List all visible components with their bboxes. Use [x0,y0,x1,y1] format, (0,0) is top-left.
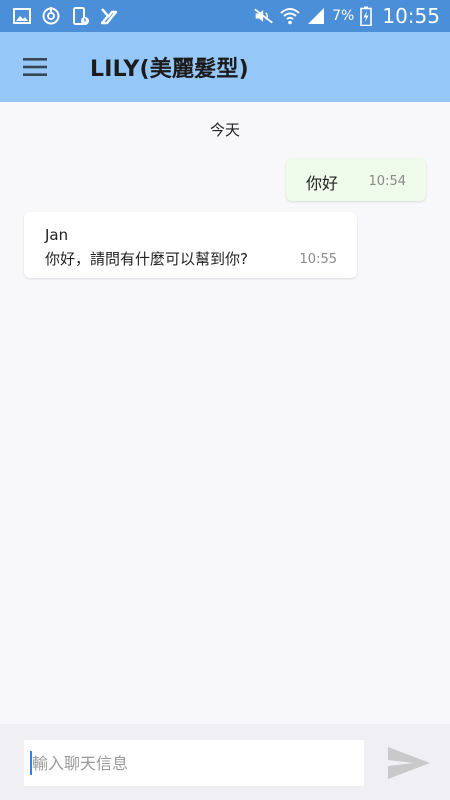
message-time: 10:54 [368,174,406,189]
menu-button[interactable] [0,32,70,102]
status-system: 7% 10:55 [254,4,440,28]
chat-message-list[interactable]: 今天 你好 10:54 Jan 你好，請問有什麼可以幫到你? 10:55 [0,102,450,724]
gallery-icon [12,6,32,26]
app-bar: LILY(美麗髮型) [0,32,450,102]
message-sender: Jan [45,226,69,244]
outgoing-message[interactable]: 你好 10:54 [286,158,426,201]
incoming-message[interactable]: Jan 你好，請問有什麼可以幫到你? 10:55 [24,212,357,278]
page-title: LILY(美麗髮型) [90,57,249,82]
battery-charging-icon [360,6,373,26]
status-notifications [12,6,119,26]
message-text: 你好 [306,174,339,193]
date-divider: 今天 [209,121,240,139]
mute-icon [254,6,274,26]
hamburger-menu-icon [23,58,47,76]
sync-icon [41,6,61,26]
message-text: 你好，請問有什麼可以幫到你? [45,250,248,268]
signal-icon [306,6,326,26]
checkmark-app-icon [99,6,119,26]
message-input[interactable] [24,740,364,786]
message-time: 10:55 [299,252,337,267]
device-alert-icon [70,6,90,26]
status-clock: 10:55 [382,4,440,28]
status-bar: 7% 10:55 [0,0,450,32]
text-cursor [30,751,32,775]
send-button[interactable] [384,742,434,784]
battery-percentage: 7% [332,8,355,24]
wifi-icon [280,6,300,26]
message-composer [0,724,450,800]
send-icon [388,747,430,779]
